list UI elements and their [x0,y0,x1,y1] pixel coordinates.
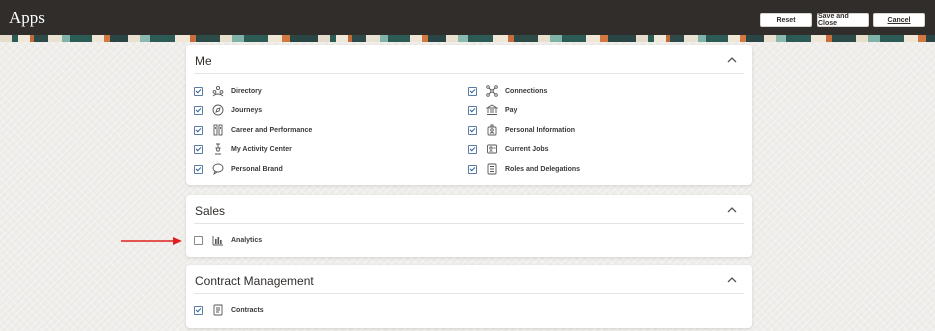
personal-information-checkbox[interactable] [468,125,477,135]
app-item-personal-information: Personal Information [468,123,575,137]
app-label: Pay [505,106,518,114]
app-label: Current Jobs [505,145,549,153]
section-contract-management: Contract Management Contracts [186,265,752,328]
app-label: Personal Information [505,126,576,134]
journeys-checkbox[interactable] [194,105,203,115]
cancel-button-label: Cancel [887,16,911,24]
trophy-icon [212,124,224,136]
divider [194,223,744,224]
app-item-my-activity-center: My Activity Center [194,142,292,156]
collapse-chevron-up-icon[interactable] [726,55,738,65]
bank-icon [486,104,498,116]
section-me: Me Directory Journeys Career and Perform… [186,45,752,185]
app-item-contracts: Contracts [194,303,264,317]
app-label: Connections [505,87,548,95]
section-title-sales: Sales [195,204,226,218]
app-label: My Activity Center [231,145,292,153]
page-title: Apps [9,8,45,27]
app-item-roles-and-delegations: Roles and Delegations [468,162,580,176]
directory-checkbox[interactable] [194,86,203,96]
app-label: Roles and Delegations [505,165,581,173]
personal-brand-checkbox[interactable] [194,164,203,174]
top-bar: Apps Reset Save and Close Cancel [0,0,935,35]
activity-center-checkbox[interactable] [194,144,203,154]
app-item-directory: Directory [194,84,262,98]
app-label: Career and Performance [231,126,313,134]
reset-button[interactable]: Reset [760,13,812,27]
app-item-pay: Pay [468,103,517,117]
section-title-contract-management: Contract Management [195,274,314,288]
activity-icon [212,143,224,155]
section-sales: Sales Analytics [186,195,752,257]
job-icon [486,143,498,155]
analytics-icon [212,234,224,246]
app-label: Analytics [231,236,263,244]
collapse-chevron-up-icon[interactable] [726,275,738,285]
save-and-close-button[interactable]: Save and Close [817,13,869,27]
app-item-journeys: Journeys [194,103,262,117]
contract-scroll-icon [212,304,224,316]
pay-checkbox[interactable] [468,105,477,115]
app-label: Contracts [231,306,264,314]
roles-checkbox[interactable] [468,164,477,174]
app-item-analytics: Analytics [194,233,262,247]
people-group-icon [212,85,224,97]
id-badge-icon [486,124,498,136]
current-jobs-checkbox[interactable] [468,144,477,154]
app-label: Journeys [231,106,263,114]
divider [194,293,744,294]
connections-checkbox[interactable] [468,86,477,96]
decorative-banner [0,35,935,42]
divider [194,73,744,74]
network-icon [486,85,498,97]
collapse-chevron-up-icon[interactable] [726,205,738,215]
analytics-checkbox[interactable] [194,235,203,245]
app-item-career-and-performance: Career and Performance [194,123,312,137]
app-label: Directory [231,87,262,95]
app-item-connections: Connections [468,84,547,98]
section-title-me: Me [195,54,212,68]
contracts-checkbox[interactable] [194,305,203,315]
app-item-current-jobs: Current Jobs [468,142,549,156]
speech-icon [212,163,224,175]
career-checkbox[interactable] [194,125,203,135]
document-list-icon [486,163,498,175]
annotation-arrow-icon [121,237,182,245]
compass-icon [212,104,224,116]
cancel-button[interactable]: Cancel [873,13,925,27]
app-label: Personal Brand [231,165,283,173]
app-item-personal-brand: Personal Brand [194,162,283,176]
